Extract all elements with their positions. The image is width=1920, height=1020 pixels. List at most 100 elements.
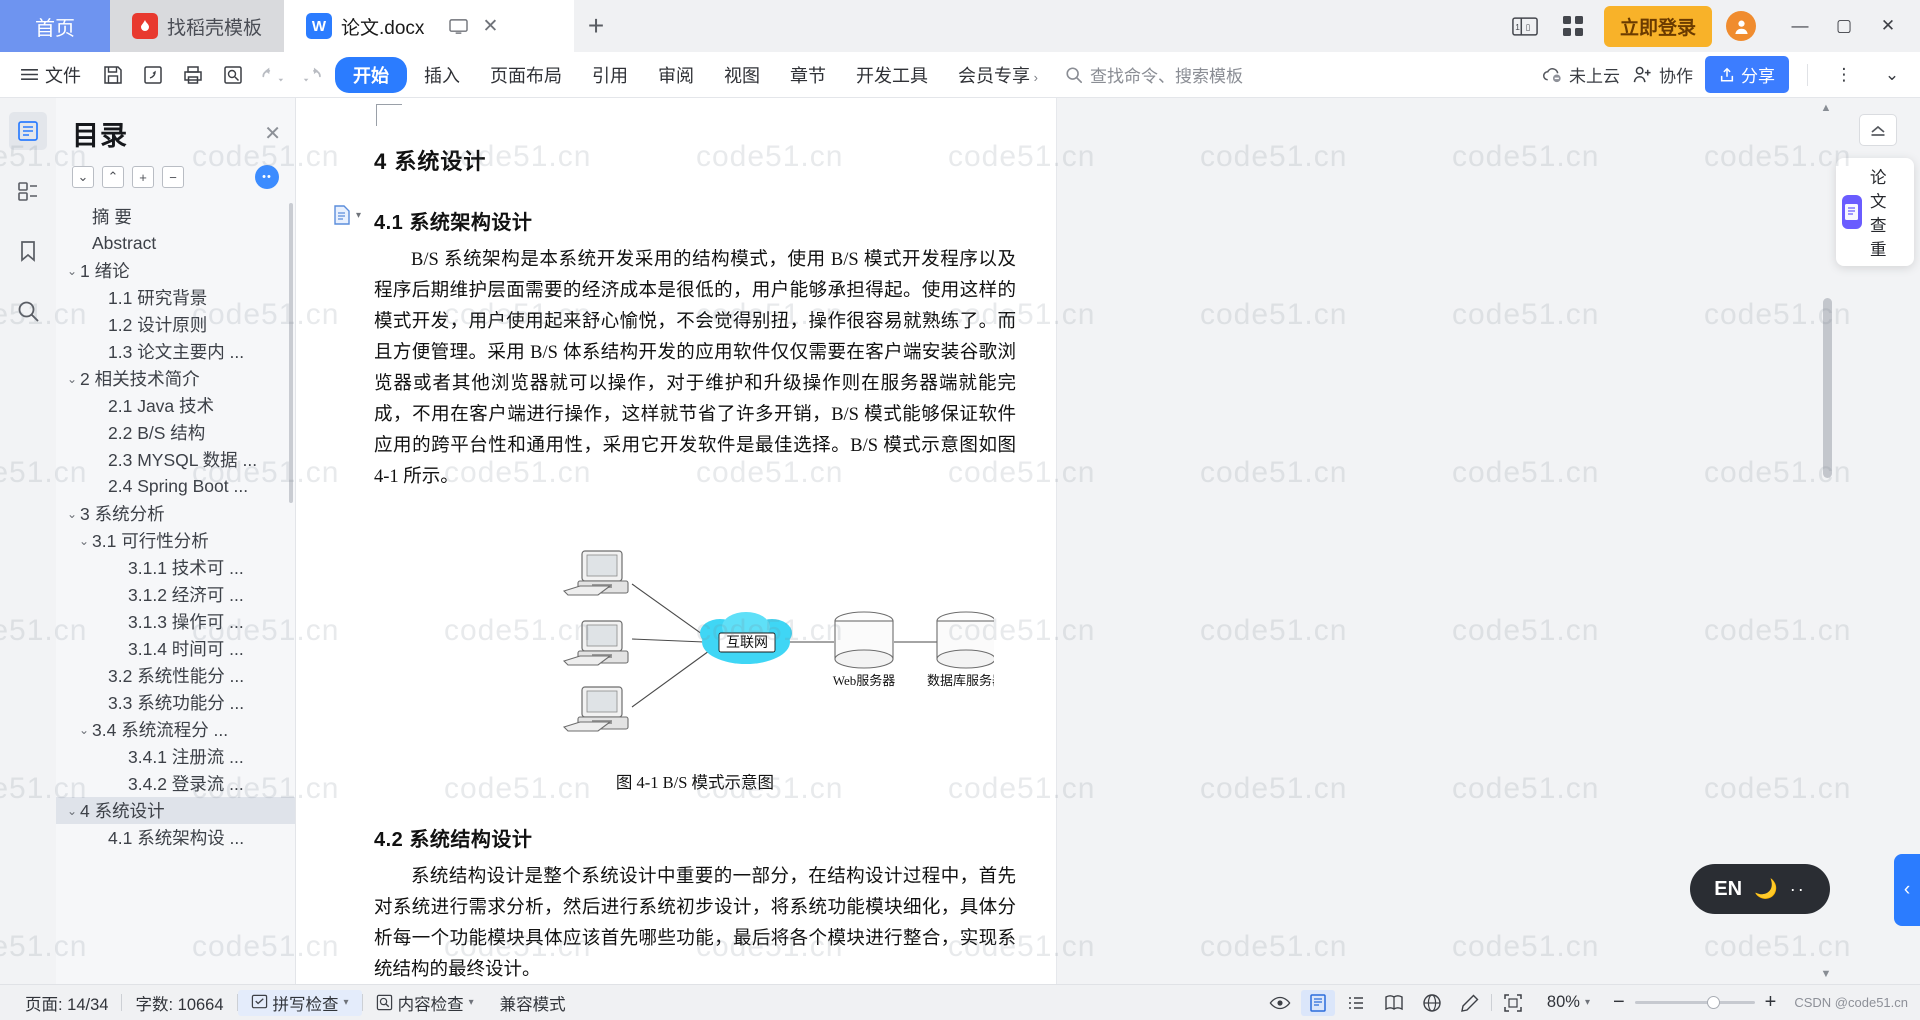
- file-menu-button[interactable]: 文件: [10, 57, 91, 93]
- document-area[interactable]: ▾ 4 系统设计 4.1 系统架构设计 B/S 系统架构是本系统开发采用的结构模…: [296, 98, 1836, 984]
- ribbon-tab-insert[interactable]: 插入: [411, 57, 473, 93]
- moon-icon[interactable]: 🌙: [1754, 877, 1778, 901]
- toc-expand-icon[interactable]: +: [132, 166, 154, 188]
- document-scrollbar[interactable]: ▲ ▼: [1820, 98, 1834, 984]
- toc-item[interactable]: 1.2 设计原则: [56, 311, 295, 338]
- zoom-caret[interactable]: ▾: [1585, 997, 1590, 1008]
- ribbon-tab-member[interactable]: 会员专享 ›: [945, 57, 1051, 93]
- spell-check-button[interactable]: 拼写检查 ▾: [237, 989, 362, 1016]
- edit-pen-icon[interactable]: [1453, 990, 1487, 1016]
- toc-item[interactable]: 3.4.2 登录流 ...: [56, 770, 295, 797]
- toc-item[interactable]: 3.1.1 技术可 ...: [56, 554, 295, 581]
- toc-item[interactable]: 3.1.3 操作可 ...: [56, 608, 295, 635]
- toc-item[interactable]: ⌄ 2 相关技术简介: [56, 365, 295, 392]
- toc-item[interactable]: 3.3 系统功能分 ...: [56, 689, 295, 716]
- toc-item[interactable]: ⌄ 3.1 可行性分析: [56, 527, 295, 554]
- toc-item[interactable]: 2.4 Spring Boot ...: [56, 473, 295, 500]
- toc-item[interactable]: 1.3 论文主要内 ...: [56, 338, 295, 365]
- zoom-slider[interactable]: [1634, 996, 1755, 1009]
- share-button[interactable]: 分享: [1705, 56, 1789, 93]
- chevron-down-icon[interactable]: ⌄: [64, 372, 80, 386]
- toc-collapse-icon[interactable]: −: [162, 166, 184, 188]
- zoom-in-button[interactable]: +: [1765, 991, 1777, 1014]
- split-view-icon[interactable]: 1 ▯: [1508, 11, 1542, 41]
- eye-protection-icon[interactable]: [1263, 990, 1297, 1016]
- toc-item[interactable]: Abstract: [56, 230, 295, 257]
- thumbnail-panel-icon[interactable]: [9, 172, 47, 210]
- outline-view-icon[interactable]: [1339, 990, 1373, 1016]
- chevron-down-icon[interactable]: ⌄: [64, 264, 80, 278]
- ribbon-tab-review[interactable]: 审阅: [645, 57, 707, 93]
- tab-document[interactable]: W 论文.docx ✕: [284, 0, 575, 52]
- toc-list[interactable]: 摘 要 Abstract ⌄ 1 绪论 1.1 研究背景 1.2 设计原则 1.3 论文主要…: [56, 199, 295, 984]
- outline-panel-icon[interactable]: [9, 112, 47, 150]
- toc-item[interactable]: 2.1 Java 技术: [56, 392, 295, 419]
- save-as-icon[interactable]: [135, 58, 171, 92]
- document-page[interactable]: ▾ 4 系统设计 4.1 系统架构设计 B/S 系统架构是本系统开发采用的结构模…: [296, 98, 1056, 984]
- toc-item[interactable]: 摘 要: [56, 203, 295, 230]
- content-check-button[interactable]: 内容检查 ▾: [363, 990, 487, 1016]
- avatar[interactable]: [1726, 11, 1756, 41]
- ribbon-tab-section[interactable]: 章节: [777, 57, 839, 93]
- close-window-button[interactable]: ✕: [1868, 6, 1908, 46]
- toc-item[interactable]: 4.1 系统架构设 ...: [56, 824, 295, 851]
- toc-item[interactable]: ⌄ 4 系统设计: [56, 797, 295, 824]
- word-count[interactable]: 字数: 10664: [122, 990, 236, 1016]
- grid-apps-icon[interactable]: [1556, 11, 1590, 41]
- chevron-down-icon[interactable]: ⌄: [76, 534, 92, 548]
- more-options-icon[interactable]: ⋮: [1826, 58, 1862, 92]
- paragraph-style-icon[interactable]: ▾: [332, 204, 361, 226]
- ribbon-tab-start[interactable]: 开始: [335, 56, 407, 93]
- toc-item[interactable]: 2.2 B/S 结构: [56, 419, 295, 446]
- find-panel-icon[interactable]: [9, 292, 47, 330]
- toc-item[interactable]: 3.1.4 时间可 ...: [56, 635, 295, 662]
- expand-side-panel-button[interactable]: ‹: [1894, 854, 1920, 926]
- collapse-ribbon-icon[interactable]: ⌄: [1874, 58, 1910, 92]
- save-icon[interactable]: [95, 58, 131, 92]
- reading-view-icon[interactable]: [1377, 990, 1411, 1016]
- toc-item[interactable]: ⌄ 3.4 系统流程分 ...: [56, 716, 295, 743]
- toc-item[interactable]: 3.4.1 注册流 ...: [56, 743, 295, 770]
- print-icon[interactable]: [175, 58, 211, 92]
- toc-eye-icon[interactable]: [255, 165, 279, 189]
- minimize-button[interactable]: —: [1780, 6, 1820, 46]
- dots-icon[interactable]: ··: [1790, 879, 1806, 900]
- scroll-up-arrow[interactable]: ▲: [1820, 102, 1832, 114]
- toc-item[interactable]: 3.2 系统性能分 ...: [56, 662, 295, 689]
- tab-template[interactable]: 找稻壳模板: [110, 0, 285, 52]
- compatibility-mode[interactable]: 兼容模式: [487, 990, 579, 1016]
- toc-item[interactable]: 1.1 研究背景: [56, 284, 295, 311]
- login-button[interactable]: 立即登录: [1603, 5, 1712, 47]
- new-tab-button[interactable]: +: [574, 0, 618, 52]
- present-icon[interactable]: [449, 18, 469, 35]
- toc-item[interactable]: ⌄ 3 系统分析: [56, 500, 295, 527]
- language-toolbar[interactable]: EN 🌙 ··: [1690, 864, 1830, 914]
- chevron-down-icon[interactable]: ⌄: [76, 723, 92, 737]
- zoom-out-button[interactable]: −: [1613, 991, 1625, 1014]
- search-input[interactable]: 查找命令、搜索模板: [1065, 62, 1243, 87]
- close-tab-icon[interactable]: ✕: [482, 15, 498, 38]
- toc-close-icon[interactable]: ✕: [264, 121, 281, 146]
- ribbon-tab-view[interactable]: 视图: [711, 57, 773, 93]
- redo-icon[interactable]: [295, 58, 331, 92]
- undo-icon[interactable]: [255, 58, 291, 92]
- page-indicator[interactable]: 页面: 14/34: [12, 990, 121, 1016]
- fit-page-icon[interactable]: [1496, 990, 1530, 1016]
- bookmark-panel-icon[interactable]: [9, 232, 47, 270]
- page-view-icon[interactable]: [1300, 989, 1335, 1016]
- collaborate-button[interactable]: 协作: [1632, 62, 1693, 87]
- tab-home[interactable]: 首页: [0, 0, 110, 52]
- toc-scrollbar[interactable]: [289, 203, 293, 503]
- collapse-right-panel-icon[interactable]: [1859, 114, 1897, 146]
- toc-item[interactable]: ⌄ 1 绪论: [56, 257, 295, 284]
- spell-check-caret[interactable]: ▾: [344, 997, 349, 1008]
- ribbon-tab-developer[interactable]: 开发工具: [843, 57, 941, 93]
- toc-next-icon[interactable]: ⌄: [72, 166, 94, 188]
- print-preview-icon[interactable]: [215, 58, 251, 92]
- chevron-down-icon[interactable]: ⌄: [64, 804, 80, 818]
- document-scroll-thumb[interactable]: [1823, 298, 1832, 478]
- scroll-down-arrow[interactable]: ▼: [1820, 968, 1832, 980]
- zoom-slider-knob[interactable]: [1706, 996, 1720, 1009]
- maximize-button[interactable]: ▢: [1824, 6, 1864, 46]
- content-check-caret[interactable]: ▾: [469, 997, 474, 1008]
